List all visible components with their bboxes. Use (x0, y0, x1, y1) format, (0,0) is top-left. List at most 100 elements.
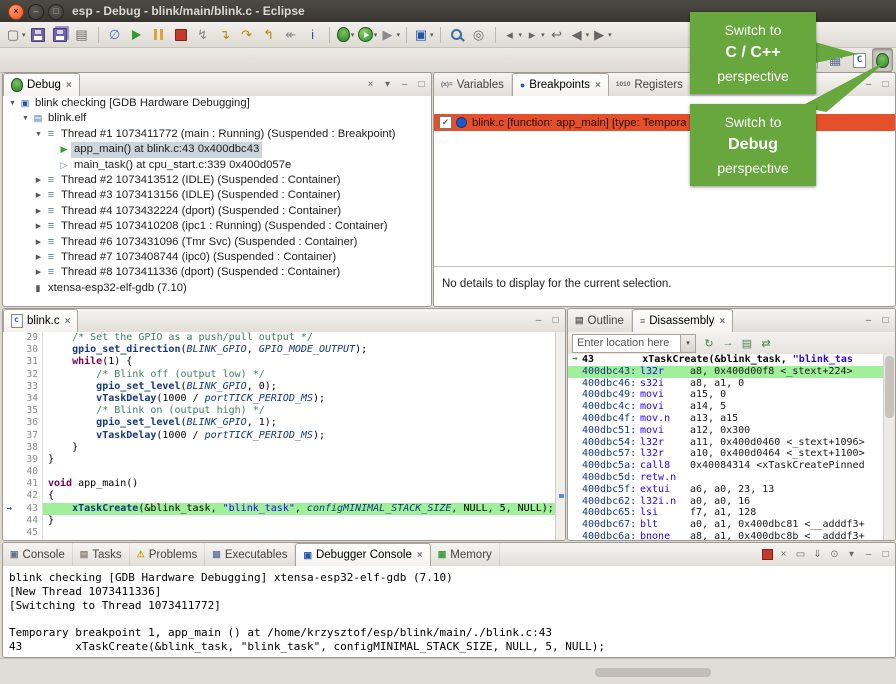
twisty-icon[interactable]: ▼ (20, 111, 31, 126)
combo-dropdown-icon[interactable]: ▾ (680, 335, 695, 352)
skip-all-breakpoints-button[interactable]: ∅ (105, 25, 125, 45)
view-tab-console[interactable]: ▣Console (3, 543, 73, 566)
view-tab-problems[interactable]: ⚠Problems (130, 543, 206, 566)
debug-tree-item[interactable]: ▼≡Thread #1 1073411772 (main : Running) … (3, 127, 431, 142)
editor-line[interactable]: 35 /* Blink on (output high) */ (3, 405, 565, 417)
view-tab-executables[interactable]: ▦Executables (205, 543, 295, 566)
location-combo[interactable]: Enter location here ▾ (572, 334, 696, 353)
twisty-icon[interactable]: ▼ (7, 96, 18, 111)
debug-tree-item[interactable]: ▶≡Thread #5 1073410208 (ipc1 : Running) … (3, 219, 431, 234)
minimize-icon[interactable]: – (862, 549, 875, 560)
twisty-icon[interactable]: ▶ (33, 235, 44, 250)
disconnect-button[interactable]: ↯ (193, 25, 213, 45)
debug-tree-item[interactable]: ▷main_task() at cpu_start.c:339 0x400d05… (3, 158, 431, 173)
resume-button[interactable] (127, 25, 147, 45)
editor-line[interactable]: 38 } (3, 442, 565, 454)
refresh-icon[interactable]: ↻ (701, 335, 717, 351)
editor-line[interactable]: 40 (3, 466, 565, 478)
twisty-icon[interactable]: ▶ (33, 188, 44, 203)
disassembly-row[interactable]: 400dbc62:l32i.na0, a0, 16 (568, 496, 884, 508)
disassembly-content[interactable]: →43 xTaskCreate(&blink_task, "blink_tas4… (568, 354, 884, 540)
debug-tree-item[interactable]: ▶≡Thread #2 1073413512 (IDLE) (Suspended… (3, 173, 431, 188)
debug-tree-item[interactable]: ▶≡Thread #3 1073413156 (IDLE) (Suspended… (3, 188, 431, 203)
external-tools-button[interactable]: ▶▾ (380, 25, 401, 45)
view-tab-variables[interactable]: (x)=Variables (434, 73, 512, 96)
minimize-icon[interactable]: – (862, 315, 875, 326)
step-into-button[interactable]: ↴ (215, 25, 235, 45)
editor-line[interactable]: 45 (3, 527, 565, 539)
disassembly-row[interactable]: 400dbc49:movia15, 0 (568, 389, 884, 401)
drop-to-frame-button[interactable]: ↞ (281, 25, 301, 45)
breakpoint-row[interactable]: ✓ blink.c [function: app_main] [type: Te… (434, 114, 895, 131)
editor-line[interactable]: →43 xTaskCreate(&blink_task, "blink_task… (3, 503, 565, 515)
twisty-icon[interactable]: ▼ (33, 127, 44, 142)
clear-icon[interactable]: ▭ (794, 549, 807, 560)
editor-line[interactable]: 32 /* Blink off (output low) */ (3, 369, 565, 381)
debug-tree-item[interactable]: ▶≡Thread #4 1073432224 (dport) (Suspende… (3, 204, 431, 219)
disassembly-row[interactable]: 400dbc5d:retw.n (568, 472, 884, 484)
tab-close-icon[interactable]: × (65, 316, 71, 327)
disassembly-row[interactable]: 400dbc57:l32ra10, 0x400d0464 <_stext+110… (568, 448, 884, 460)
view-tab-debugger-console[interactable]: ▣Debugger Console× (295, 543, 430, 566)
last-edit-location-button[interactable]: ↩ (547, 25, 567, 45)
maximize-icon[interactable]: □ (879, 549, 892, 560)
disassembly-row[interactable]: 400dbc67:blta0, a1, 0x400dbc81 <__adddf3… (568, 519, 884, 531)
remove-icon[interactable]: × (777, 549, 790, 560)
view-tab-memory[interactable]: ▦Memory (431, 543, 500, 566)
twisty-icon[interactable]: ▶ (33, 219, 44, 234)
show-source-icon[interactable]: ▤ (739, 335, 755, 351)
disassembly-row[interactable]: 400dbc6a:bnonea8, a1, 0x400dbc8b <__addd… (568, 531, 884, 540)
debug-tree-item[interactable]: ▶≡Thread #7 1073408744 (ipc0) (Suspended… (3, 250, 431, 265)
editor-line[interactable]: 39} (3, 454, 565, 466)
sync-icon[interactable]: ⇄ (758, 335, 774, 351)
disassembly-row[interactable]: 400dbc54:l32ra11, 0x400d0460 <_stext+109… (568, 437, 884, 449)
tab-close-icon[interactable]: × (417, 550, 423, 561)
search-button[interactable] (447, 25, 467, 45)
terminate-icon[interactable] (762, 549, 773, 560)
view-menu-icon[interactable]: ▾ (845, 549, 858, 560)
code-area[interactable]: 29 /* Set the GPIO as a push/pull output… (3, 332, 565, 540)
save-all-button[interactable] (50, 25, 70, 45)
run-button[interactable]: ▾ (358, 25, 378, 45)
disassembly-row[interactable]: 400dbc43:l32ra8, 0x400d00f8 <_stext+224> (568, 366, 884, 378)
cpp-perspective-button[interactable]: C (850, 49, 869, 71)
disassembly-row[interactable]: 400dbc4f:mov.na13, a15 (568, 413, 884, 425)
editor-line[interactable]: 44} (3, 515, 565, 527)
annotation-mark[interactable] (559, 494, 564, 498)
pin-icon[interactable]: ⊙ (828, 549, 841, 560)
scroll-lock-icon[interactable]: ⇓ (811, 549, 824, 560)
window-maximize-button[interactable]: □ (48, 4, 64, 20)
terminate-button[interactable] (171, 25, 191, 45)
editor-line[interactable]: 29 /* Set the GPIO as a push/pull output… (3, 332, 565, 344)
view-tab-registers[interactable]: 1010Registers (609, 73, 691, 96)
window-close-button[interactable]: × (8, 4, 24, 20)
minimize-icon[interactable]: – (398, 79, 411, 90)
locate-pc-icon[interactable]: → (720, 335, 736, 351)
horizontal-scrollbar[interactable] (595, 668, 711, 677)
view-menu-icon[interactable]: ▾ (381, 79, 394, 90)
debug-tree-item[interactable]: ▼▤blink.elf (3, 111, 431, 126)
window-minimize-button[interactable]: – (28, 4, 44, 20)
disassembly-row[interactable]: 400dbc4c:movia14, 5 (568, 401, 884, 413)
forward-button[interactable]: ▶▾ (591, 25, 612, 45)
disassembly-row[interactable]: 400dbc51:movia12, 0x300 (568, 425, 884, 437)
overview-ruler[interactable] (555, 332, 565, 540)
debug-tab-debug[interactable]: Debug× (3, 73, 80, 96)
next-annotation-button[interactable]: ▸▾ (524, 25, 545, 45)
disassembly-row[interactable]: 400dbc5f:extuia6, a0, 23, 13 (568, 484, 884, 496)
maximize-icon[interactable]: □ (879, 315, 892, 326)
step-over-button[interactable]: ↷ (237, 25, 257, 45)
debug-tree-item[interactable]: ▶≡Thread #6 1073431096 (Tmr Svc) (Suspen… (3, 235, 431, 250)
tab-close-icon[interactable]: × (66, 80, 72, 91)
vertical-scrollbar[interactable] (883, 354, 895, 540)
disassembly-row[interactable]: 400dbc5a:call80x40084314 <xTaskCreatePin… (568, 460, 884, 472)
previous-annotation-button[interactable]: ◂▾ (502, 25, 523, 45)
scrollbar-thumb[interactable] (885, 356, 894, 418)
new-cpp-project-button[interactable]: ▣▾ (413, 25, 434, 45)
minimize-icon[interactable]: – (532, 315, 545, 326)
maximize-icon[interactable]: □ (415, 79, 428, 90)
breakpoint-checkbox[interactable]: ✓ (439, 116, 452, 129)
debug-tree-item[interactable]: ▮xtensa-esp32-elf-gdb (7.10) (3, 281, 431, 296)
tab-close-icon[interactable]: × (595, 80, 601, 91)
console-output[interactable]: blink checking [GDB Hardware Debugging] … (3, 566, 895, 657)
